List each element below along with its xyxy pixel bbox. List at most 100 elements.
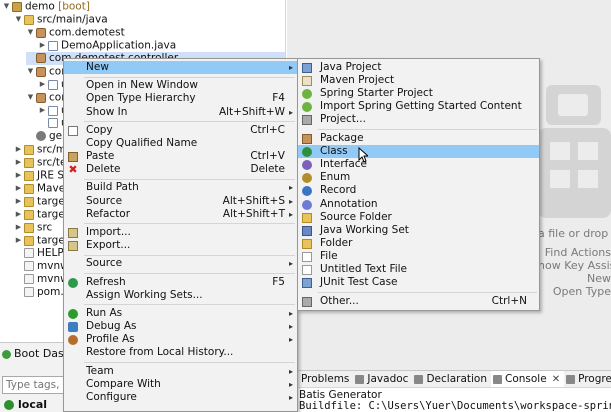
menu-item-source[interactable]: Source Alt+Shift+S ▸ <box>64 195 297 208</box>
menu-item-label: Source Folder <box>320 210 392 223</box>
menu-item-record[interactable]: Record <box>298 184 539 197</box>
enum-icon <box>302 173 312 184</box>
menu-item-open-in-new-window[interactable]: Open in New Window <box>64 79 297 92</box>
menu-item-restore-from-local-history[interactable]: Restore from Local History... <box>64 346 297 359</box>
tree-item[interactable]: ▼ com.demotest <box>26 26 125 39</box>
menu-item-label: Source <box>86 194 123 207</box>
editor-hint-line: Open Type <box>552 285 611 298</box>
tree-item[interactable]: ▶ target <box>14 208 69 221</box>
menu-item-paste[interactable]: Paste Ctrl+V <box>64 150 297 163</box>
menu-item-project[interactable]: Project... <box>298 113 539 126</box>
tree-item[interactable]: pom.x <box>14 286 70 299</box>
tree-item[interactable]: HELP. <box>14 247 65 260</box>
menu-item-shortcut: Alt+Shift+S <box>222 194 285 207</box>
menu-item-refactor[interactable]: Refactor Alt+Shift+T ▸ <box>64 208 297 221</box>
local-server-item[interactable]: local <box>4 397 47 412</box>
tab-console[interactable]: Console ✕ <box>491 371 565 387</box>
menu-item-source-folder[interactable]: Source Folder <box>298 211 539 224</box>
menu-item-export[interactable]: Export... <box>64 239 297 252</box>
tree-item[interactable]: ▶ target <box>14 234 69 247</box>
collapse-arrow-icon[interactable]: ▶ <box>14 156 23 169</box>
tree-item[interactable]: ▼ cor <box>26 91 66 104</box>
tree-item[interactable]: mvnw <box>14 260 69 273</box>
tree-item[interactable]: ▼ demo [boot] <box>2 0 90 13</box>
expand-arrow-icon[interactable]: ▼ <box>14 13 23 26</box>
menu-item-annotation[interactable]: Annotation <box>298 198 539 211</box>
menu-item-untitled-text-file[interactable]: Untitled Text File <box>298 263 539 276</box>
menu-item-folder[interactable]: Folder <box>298 237 539 250</box>
menu-item-import-spring-getting-started-content[interactable]: Import Spring Getting Started Content <box>298 100 539 113</box>
submenu-arrow-icon: ▸ <box>288 196 293 206</box>
menu-item-label: Profile As <box>86 333 135 346</box>
menu-item-import[interactable]: Import... <box>64 226 297 239</box>
menu-item-file[interactable]: File <box>298 250 539 263</box>
menu-item-build-path[interactable]: Build Path ▸ <box>64 181 297 194</box>
expand-arrow-icon[interactable]: ▼ <box>26 65 35 78</box>
menu-item-maven-project[interactable]: Maven Project <box>298 74 539 87</box>
menu-item-label: Class <box>320 145 348 158</box>
source-folder-icon <box>302 212 312 223</box>
menu-item-java-working-set[interactable]: Java Working Set <box>298 224 539 237</box>
menu-item-refresh[interactable]: Refresh F5 <box>64 276 297 289</box>
editor-hint-line: how Key Assist <box>538 259 611 272</box>
menu-item-compare-with[interactable]: Compare With ▸ <box>64 378 297 391</box>
tree-item[interactable]: ▶ src <box>14 221 53 234</box>
menu-item-profile-as[interactable]: Profile As ▸ <box>64 333 297 346</box>
collapse-arrow-icon[interactable]: ▶ <box>14 208 23 221</box>
library-icon <box>24 183 34 194</box>
menu-item-interface[interactable]: Interface <box>298 158 539 171</box>
collapse-arrow-icon[interactable]: ▶ <box>38 39 47 52</box>
menu-item-shortcut: Ctrl+N <box>491 294 527 307</box>
editor-hint-line: a file or drop file <box>538 227 611 240</box>
expand-arrow-icon[interactable]: ▼ <box>26 91 35 104</box>
tab-javadoc[interactable]: Javadoc <box>353 371 412 387</box>
menu-item-java-project[interactable]: Java Project <box>298 61 539 74</box>
file-icon <box>302 251 312 262</box>
close-icon[interactable]: ✕ <box>552 374 560 385</box>
menu-item-package[interactable]: Package <box>298 132 539 145</box>
menu-item-delete[interactable]: ✖ Delete Delete <box>64 163 297 176</box>
submenu-arrow-icon: ▸ <box>288 366 293 376</box>
menu-item-copy[interactable]: Copy Ctrl+C <box>64 124 297 137</box>
menu-item-show-in[interactable]: Show In Alt+Shift+W ▸ <box>64 106 297 119</box>
expand-arrow-icon[interactable]: ▼ <box>26 26 35 39</box>
menu-separator <box>318 291 537 293</box>
menu-item-spring-starter-project[interactable]: Spring Starter Project <box>298 87 539 100</box>
tab-declaration[interactable]: Declaration <box>412 371 491 387</box>
collapse-arrow-icon[interactable]: ▶ <box>38 78 47 91</box>
expand-arrow-icon[interactable]: ▼ <box>2 0 11 13</box>
menu-item-open-type-hierarchy[interactable]: Open Type Hierarchy F4 <box>64 92 297 105</box>
collapse-arrow-icon[interactable]: ▶ <box>38 104 47 117</box>
tree-item[interactable]: ▶ target <box>14 195 69 208</box>
tree-item[interactable]: ▶ JRE Sy <box>14 169 70 182</box>
tab-label: Declaration <box>426 373 487 385</box>
collapse-arrow-icon[interactable]: ▶ <box>14 182 23 195</box>
menu-item-copy-qualified-name[interactable]: Copy Qualified Name <box>64 137 297 150</box>
collapse-arrow-icon[interactable]: ▶ <box>14 221 23 234</box>
menu-item-run-as[interactable]: Run As ▸ <box>64 307 297 320</box>
tree-item[interactable]: mvnw <box>14 273 69 286</box>
collapse-arrow-icon[interactable]: ▶ <box>14 143 23 156</box>
menu-item-new[interactable]: New ▸ <box>64 61 297 74</box>
tree-item[interactable]: ▼ src/main/java <box>14 13 108 26</box>
folder-icon <box>24 235 34 246</box>
javadoc-icon <box>355 374 365 384</box>
menu-item-assign-working-sets[interactable]: Assign Working Sets... <box>64 289 297 302</box>
collapse-arrow-icon[interactable]: ▶ <box>14 169 23 182</box>
menu-item-junit-test-case[interactable]: JUnit Test Case <box>298 276 539 289</box>
menu-item-enum[interactable]: Enum <box>298 171 539 184</box>
tree-item[interactable]: ▶ DemoApplication.java <box>38 39 176 52</box>
tab-progress[interactable]: Progress <box>564 371 611 387</box>
menu-item-class[interactable]: Class <box>298 145 539 159</box>
tree-item[interactable]: ▼ cor <box>26 65 66 78</box>
collapse-arrow-icon[interactable]: ▶ <box>14 195 23 208</box>
menu-item-configure[interactable]: Configure ▸ <box>64 391 297 404</box>
menu-item-other[interactable]: Other... Ctrl+N <box>298 295 539 308</box>
other-wizard-icon <box>302 296 312 307</box>
bottom-view-tabs: Problems Javadoc Declaration Console ✕ Progre… <box>287 370 611 388</box>
menu-item-source[interactable]: Source ▸ <box>64 257 297 270</box>
menu-item-debug-as[interactable]: Debug As ▸ <box>64 320 297 333</box>
menu-item-team[interactable]: Team ▸ <box>64 365 297 378</box>
menu-item-label: Copy <box>86 123 113 136</box>
collapse-arrow-icon[interactable]: ▶ <box>14 234 23 247</box>
